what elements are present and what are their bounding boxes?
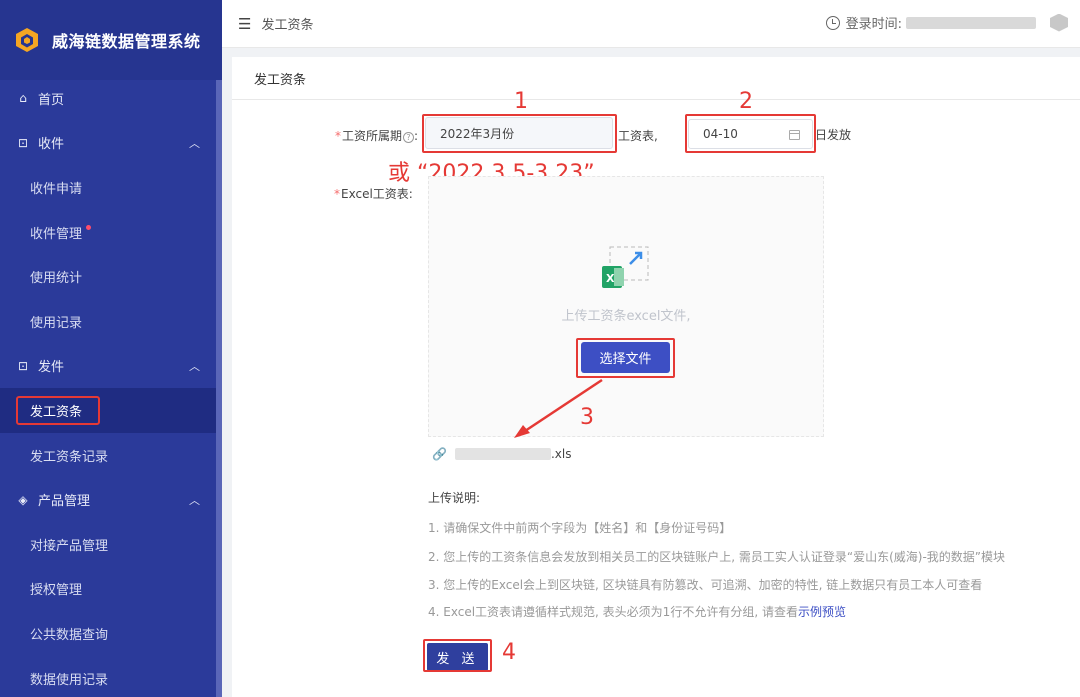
sidebar-item-label: 使用记录 [30, 315, 83, 331]
login-time-redacted [906, 16, 1036, 29]
annotation-number-3: 3 [580, 405, 594, 430]
file-name-redacted [454, 448, 551, 460]
chevron-up-icon: ︿ [189, 136, 200, 150]
upload-hint: 上传工资条excel文件, [561, 309, 691, 324]
clock-icon [825, 15, 840, 30]
chevron-up-icon: ︿ [189, 359, 200, 373]
inbox-icon: ⊡ [17, 135, 29, 150]
app-name: 威海链数据管理系统 [52, 32, 201, 51]
sidebar-item-usage-records[interactable]: 使用记录 [0, 299, 216, 344]
login-info: 登录时间: [825, 13, 1068, 32]
sidebar-nav: ⌂ 首页 ⊡ 收件 ︿ 收件申请 收件管理 使用统计 使用记录 ⊡ 发件 ︿ 发… [0, 76, 216, 697]
sidebar-item-authorization[interactable]: 授权管理 [0, 567, 216, 612]
payroll-suffix: 工资表, [618, 129, 658, 143]
excel-label-text: Excel工资表: [341, 187, 413, 201]
annotation-box-active-item [16, 396, 100, 425]
annotation-number-2: 2 [739, 89, 753, 114]
chevron-up-icon: ︿ [189, 493, 200, 507]
brand: 威海链数据管理系统 [0, 0, 222, 80]
excel-label: *Excel工资表: [334, 185, 413, 202]
note-item: 2. 您上传的工资条信息会发放到相关员工的区块链账户上, 需员工实人认证登录“爱… [428, 550, 1006, 564]
cube-icon: ◈ [18, 492, 28, 507]
page-title: 发工资条 [232, 57, 1080, 100]
note-item: 3. 您上传的Excel会上到区块链, 区块链具有防篡改、可追溯、加密的特性, … [428, 578, 983, 592]
annotation-number-1: 1 [514, 89, 528, 114]
annotation-box-period [422, 114, 617, 153]
send-icon: ⊡ [17, 358, 29, 373]
attachment-icon: 🔗 [432, 447, 447, 461]
sidebar-item-send[interactable]: ⊡ 发件 ︿ [0, 344, 216, 389]
required-mark: * [334, 187, 340, 201]
home-icon: ⌂ [19, 91, 27, 106]
avatar[interactable] [1050, 13, 1068, 32]
sidebar-item-inbox-apply[interactable]: 收件申请 [0, 165, 216, 210]
sidebar-item-data-usage[interactable]: 数据使用记录 [0, 656, 216, 697]
sidebar-item-usage-stats[interactable]: 使用统计 [0, 254, 216, 299]
required-mark: * [335, 129, 341, 143]
annotation-box-choose [576, 338, 675, 378]
sidebar-item-label: 公共数据查询 [30, 627, 109, 643]
sidebar-item-inbox-manage[interactable]: 收件管理 [0, 210, 216, 255]
note-text: 4. Excel工资表请遵循样式规范, 表头必须为1行不允许有分组, 请查看 [428, 605, 798, 619]
sidebar: 威海链数据管理系统 ⌂ 首页 ⊡ 收件 ︿ 收件申请 收件管理 使用统计 使用记… [0, 0, 222, 697]
annotation-box-send [423, 639, 492, 672]
topbar: ☰ 发工资条 登录时间: [222, 0, 1080, 48]
notes-title: 上传说明: [428, 491, 481, 505]
sidebar-item-label: 授权管理 [30, 583, 83, 599]
annotation-box-date [685, 114, 816, 153]
sidebar-item-products[interactable]: ◈ 产品管理 ︿ [0, 477, 216, 522]
sidebar-item-label: 收件 [38, 137, 65, 153]
logo-icon [16, 28, 38, 52]
sidebar-item-label: 发件 [38, 360, 65, 376]
sidebar-item-label: 数据使用记录 [30, 672, 109, 688]
menu-toggle-icon[interactable]: ☰ [238, 15, 251, 33]
sidebar-item-label: 发工资条记录 [30, 449, 109, 465]
sidebar-item-label: 产品管理 [38, 494, 91, 510]
excel-file-icon: X [602, 246, 649, 288]
period-label: *工资所属期?: [335, 129, 419, 143]
sidebar-item-product-integration[interactable]: 对接产品管理 [0, 522, 216, 567]
sidebar-item-label: 首页 [38, 92, 65, 108]
sidebar-item-label: 使用统计 [30, 271, 83, 287]
login-time-label: 登录时间: [845, 17, 902, 32]
file-extension: .xls [550, 447, 572, 461]
breadcrumb: 发工资条 [261, 18, 314, 33]
note-item-example: 4. Excel工资表请遵循样式规范, 表头必须为1行不允许有分组, 请查看示例… [428, 603, 846, 620]
sidebar-scrollbar[interactable] [216, 80, 222, 697]
date-suffix: 日发放 [815, 128, 852, 142]
uploaded-file[interactable]: 🔗 .xls [432, 447, 571, 461]
notification-dot [86, 224, 92, 230]
sidebar-item-label: 对接产品管理 [30, 538, 109, 554]
sidebar-item-label: 收件申请 [30, 181, 83, 197]
sidebar-item-home[interactable]: ⌂ 首页 [0, 76, 216, 121]
svg-text:X: X [606, 272, 615, 285]
sidebar-item-public-data[interactable]: 公共数据查询 [0, 611, 216, 656]
sidebar-item-inbox[interactable]: ⊡ 收件 ︿ [0, 121, 216, 166]
help-icon[interactable]: ? [403, 132, 415, 143]
annotation-number-4: 4 [502, 640, 516, 665]
sidebar-item-payslip-records[interactable]: 发工资条记录 [0, 433, 216, 478]
sidebar-item-label: 收件管理 [30, 226, 83, 242]
note-item: 1. 请确保文件中前两个字段为【姓名】和【身份证号码】 [428, 521, 732, 535]
example-preview-link[interactable]: 示例预览 [798, 605, 846, 619]
period-label-text: 工资所属期 [342, 129, 403, 143]
